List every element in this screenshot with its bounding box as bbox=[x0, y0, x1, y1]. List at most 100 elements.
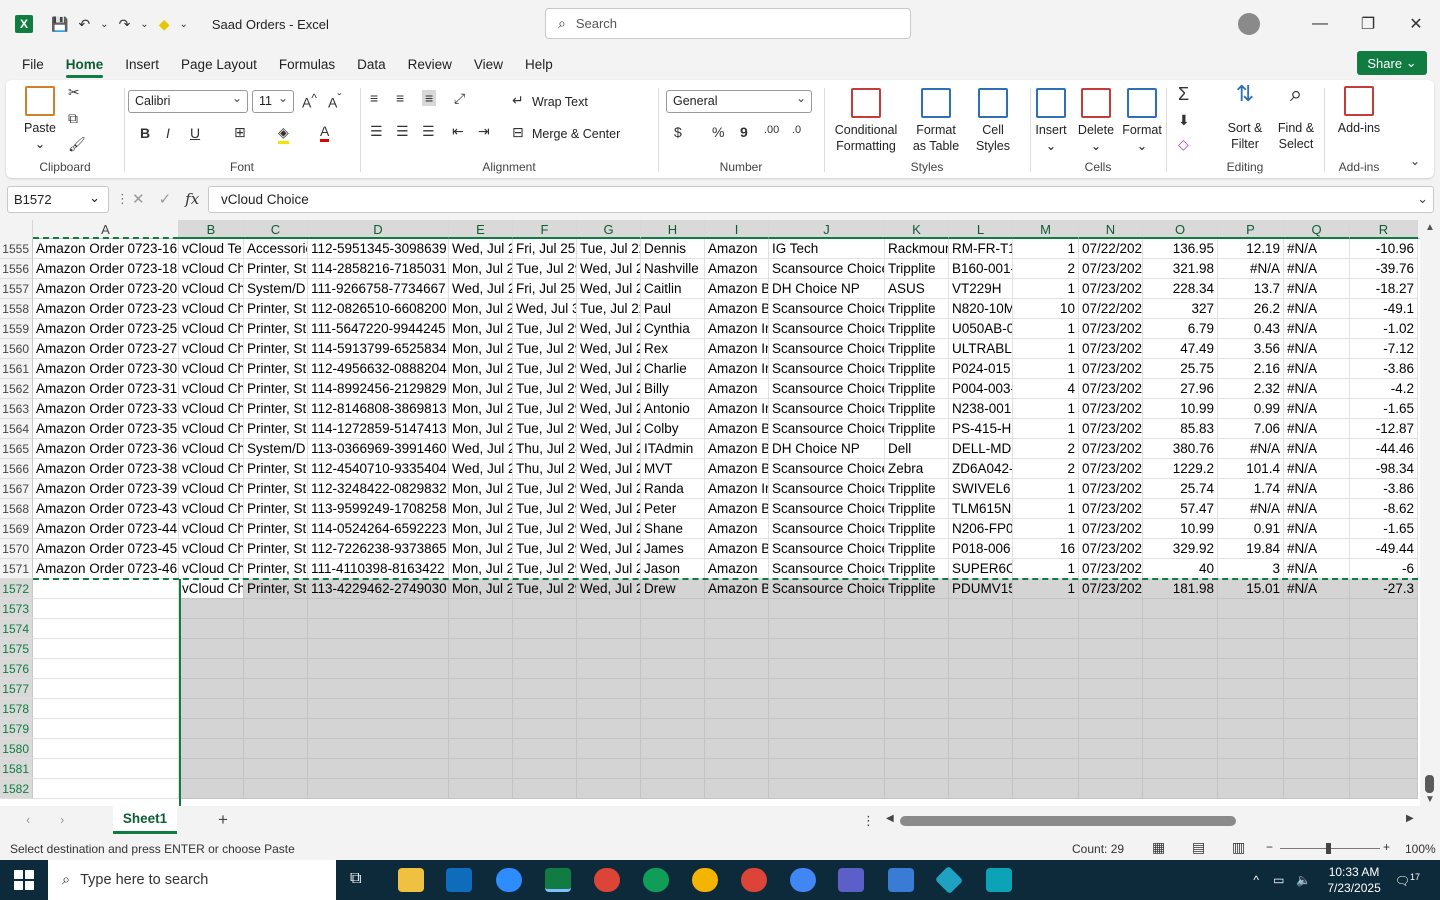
cell-j1557[interactable]: DH Choice NP bbox=[769, 279, 885, 299]
cell-h1580[interactable] bbox=[641, 739, 705, 759]
cell-n1575[interactable] bbox=[1079, 639, 1143, 659]
cell-k1575[interactable] bbox=[885, 639, 949, 659]
column-header-l[interactable]: L bbox=[949, 220, 1013, 239]
borders-icon[interactable]: ⊞ bbox=[234, 124, 246, 141]
cell-k1576[interactable] bbox=[885, 659, 949, 679]
cell-a1561[interactable]: Amazon Order 0723-30 bbox=[33, 359, 179, 379]
cell-q1570[interactable]: #N/A bbox=[1284, 539, 1350, 559]
cell-p1575[interactable] bbox=[1218, 639, 1284, 659]
cell-j1573[interactable] bbox=[769, 599, 885, 619]
copy-icon[interactable]: ⧉ bbox=[68, 110, 78, 127]
clear-icon[interactable]: ◇ bbox=[1178, 136, 1189, 153]
cell-n1558[interactable]: 07/22/202 bbox=[1079, 299, 1143, 319]
cell-c1577[interactable] bbox=[244, 679, 308, 699]
cell-a1578[interactable] bbox=[33, 699, 179, 719]
cell-o1578[interactable] bbox=[1143, 699, 1218, 719]
customize-qat-icon[interactable]: ⌄ bbox=[179, 19, 187, 30]
cell-j1579[interactable] bbox=[769, 719, 885, 739]
cell-h1558[interactable]: Paul bbox=[641, 299, 705, 319]
cell-p1579[interactable] bbox=[1218, 719, 1284, 739]
cell-h1579[interactable] bbox=[641, 719, 705, 739]
cell-a1577[interactable] bbox=[33, 679, 179, 699]
cell-q1556[interactable]: #N/A bbox=[1284, 259, 1350, 279]
redo-dropdown-icon[interactable]: ⌄ bbox=[140, 19, 148, 30]
cell-q1555[interactable]: #N/A bbox=[1284, 239, 1350, 259]
cell-j1558[interactable]: Scansource Choice bbox=[769, 299, 885, 319]
cell-o1574[interactable] bbox=[1143, 619, 1218, 639]
cell-b1563[interactable]: vCloud Ch bbox=[179, 399, 244, 419]
cell-g1575[interactable] bbox=[577, 639, 641, 659]
number-format-combo[interactable]: General bbox=[666, 90, 812, 113]
cell-j1565[interactable]: DH Choice NP bbox=[769, 439, 885, 459]
cell-m1555[interactable]: 1 bbox=[1013, 239, 1079, 259]
row-header[interactable]: 1555 bbox=[0, 239, 33, 259]
cell-l1570[interactable]: P018-006 bbox=[949, 539, 1013, 559]
cell-g1574[interactable] bbox=[577, 619, 641, 639]
cell-e1560[interactable]: Mon, Jul 2 bbox=[449, 339, 513, 359]
cell-r1578[interactable] bbox=[1350, 699, 1418, 719]
cell-b1580[interactable] bbox=[179, 739, 244, 759]
cell-k1580[interactable] bbox=[885, 739, 949, 759]
cell-l1581[interactable] bbox=[949, 759, 1013, 779]
undo-dropdown-icon[interactable]: ⌄ bbox=[100, 19, 108, 30]
cell-c1571[interactable]: Printer, St bbox=[244, 559, 308, 579]
fill-color-icon[interactable]: ◆ bbox=[159, 16, 170, 33]
cell-l1556[interactable]: B160-001- bbox=[949, 259, 1013, 279]
cell-a1569[interactable]: Amazon Order 0723-44 bbox=[33, 519, 179, 539]
cell-g1558[interactable]: Tue, Jul 22 bbox=[577, 299, 641, 319]
cell-a1575[interactable] bbox=[33, 639, 179, 659]
cell-e1578[interactable] bbox=[449, 699, 513, 719]
cell-n1582[interactable] bbox=[1079, 779, 1143, 799]
cell-h1559[interactable]: Cynthia bbox=[641, 319, 705, 339]
cell-r1560[interactable]: -7.12 bbox=[1350, 339, 1418, 359]
tab-view[interactable]: View bbox=[474, 51, 503, 78]
cell-e1556[interactable]: Mon, Jul 2 bbox=[449, 259, 513, 279]
cell-e1580[interactable] bbox=[449, 739, 513, 759]
restore-icon[interactable]: ❐ bbox=[1344, 14, 1392, 34]
align-center-icon[interactable]: ☰ bbox=[396, 123, 409, 140]
row-header[interactable]: 1556 bbox=[0, 259, 33, 279]
cell-b1569[interactable]: vCloud Ch bbox=[179, 519, 244, 539]
cell-b1565[interactable]: vCloud Ch bbox=[179, 439, 244, 459]
cell-p1564[interactable]: 7.06 bbox=[1218, 419, 1284, 439]
cell-e1574[interactable] bbox=[449, 619, 513, 639]
column-header-m[interactable]: M bbox=[1013, 220, 1079, 239]
cell-r1563[interactable]: -1.65 bbox=[1350, 399, 1418, 419]
cell-h1561[interactable]: Charlie bbox=[641, 359, 705, 379]
wrap-text-button[interactable]: Wrap Text bbox=[532, 94, 588, 110]
cell-l1580[interactable] bbox=[949, 739, 1013, 759]
cell-m1580[interactable] bbox=[1013, 739, 1079, 759]
cell-b1575[interactable] bbox=[179, 639, 244, 659]
cell-g1576[interactable] bbox=[577, 659, 641, 679]
search-box[interactable]: ⌕ Search bbox=[545, 8, 911, 39]
cell-g1565[interactable]: Wed, Jul 2 bbox=[577, 439, 641, 459]
page-layout-view-icon[interactable]: ▤ bbox=[1192, 839, 1205, 856]
cell-n1579[interactable] bbox=[1079, 719, 1143, 739]
column-header-r[interactable]: R bbox=[1350, 220, 1418, 239]
cell-l1563[interactable]: N238-001- bbox=[949, 399, 1013, 419]
cell-c1560[interactable]: Printer, St bbox=[244, 339, 308, 359]
scroll-left-icon[interactable]: ◀ bbox=[886, 813, 894, 824]
cell-k1561[interactable]: Tripplite bbox=[885, 359, 949, 379]
cell-i1569[interactable]: Amazon bbox=[705, 519, 769, 539]
cell-f1580[interactable] bbox=[513, 739, 577, 759]
column-header-h[interactable]: H bbox=[641, 220, 705, 239]
underline-icon[interactable]: U bbox=[190, 125, 200, 141]
cell-a1559[interactable]: Amazon Order 0723-25 bbox=[33, 319, 179, 339]
cell-n1572[interactable]: 07/23/202 bbox=[1079, 579, 1143, 599]
scroll-right-icon[interactable]: ▶ bbox=[1406, 813, 1414, 824]
align-bottom-icon[interactable]: ≡ bbox=[422, 90, 437, 106]
cell-l1560[interactable]: ULTRABLC bbox=[949, 339, 1013, 359]
cell-c1563[interactable]: Printer, St bbox=[244, 399, 308, 419]
cell-i1558[interactable]: Amazon B bbox=[705, 299, 769, 319]
cell-a1568[interactable]: Amazon Order 0723-43 bbox=[33, 499, 179, 519]
cell-b1570[interactable]: vCloud Ch bbox=[179, 539, 244, 559]
formula-input[interactable]: vCloud Choice bbox=[208, 186, 1434, 213]
cell-d1568[interactable]: 113-9599249-1708258 bbox=[308, 499, 449, 519]
cell-h1573[interactable] bbox=[641, 599, 705, 619]
cell-i1560[interactable]: Amazon Ir bbox=[705, 339, 769, 359]
row-header[interactable]: 1568 bbox=[0, 499, 33, 519]
cell-d1581[interactable] bbox=[308, 759, 449, 779]
cell-i1565[interactable]: Amazon B bbox=[705, 439, 769, 459]
cell-g1579[interactable] bbox=[577, 719, 641, 739]
